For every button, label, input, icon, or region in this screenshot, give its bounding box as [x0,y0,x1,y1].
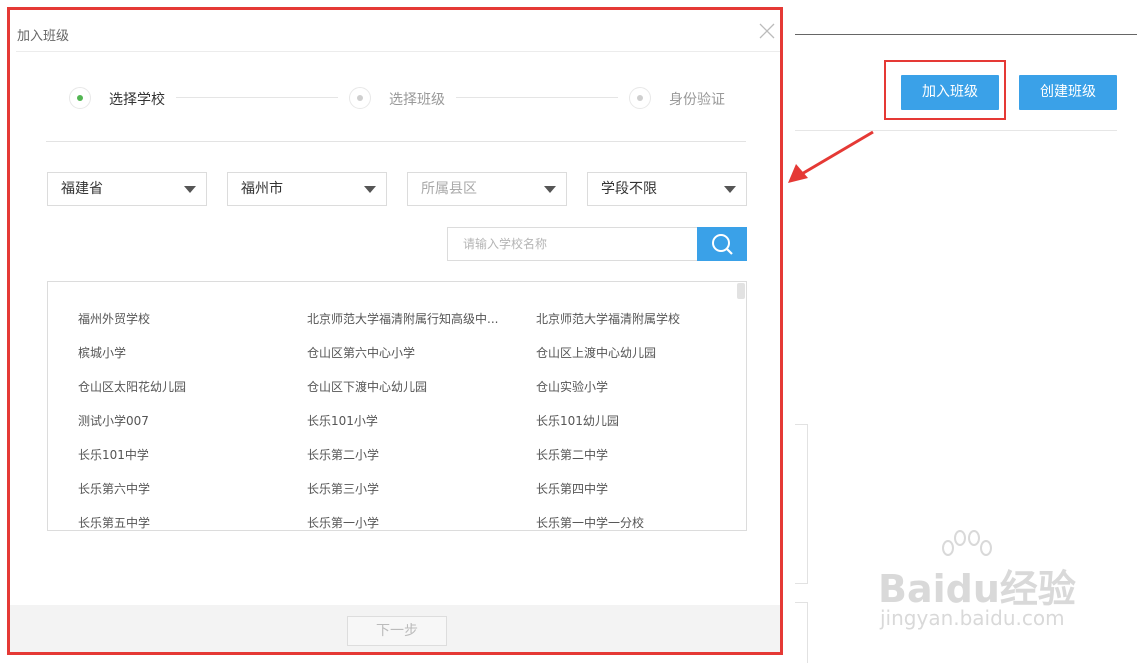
school-list-item[interactable]: 北京师范大学福清附属行知高级中... [307,310,498,327]
modal-title: 加入班级 [17,29,70,44]
title-divider [16,51,781,52]
school-search-input[interactable] [447,227,698,261]
school-list-item[interactable]: 长乐第二中学 [536,446,608,463]
background-card [795,424,808,584]
step-label-select-class: 选择班级 [389,92,445,108]
school-list-item[interactable]: 仓山区太阳花幼儿园 [78,378,186,395]
background-card [795,602,808,663]
school-list-item[interactable]: 长乐101中学 [78,446,149,463]
page-top-divider [795,34,1137,35]
school-list: 福州外贸学校 北京师范大学福清附属行知高级中... 北京师范大学福清附属学校槟城小学… [47,281,747,531]
step-indicator-icon [69,87,91,109]
stage-select-value: 学段不限 [601,181,657,197]
step-label-identity-verification: 身份验证 [669,92,725,108]
stage-select[interactable]: 学段不限 [587,172,747,206]
annotation-arrow-icon [788,130,874,183]
school-list-item[interactable]: 仓山区上渡中心幼儿园 [536,344,656,361]
create-class-button[interactable]: 创建班级 [1019,75,1117,110]
chevron-down-icon [724,186,736,193]
school-list-item[interactable]: 长乐第一中学一分校 [536,514,644,530]
school-list-item[interactable]: 槟城小学 [78,344,126,361]
school-list-item[interactable]: 测试小学007 [78,412,149,429]
school-list-item[interactable]: 长乐第三小学 [307,480,379,497]
modal-footer: 下一步 [8,605,781,653]
school-list-item[interactable]: 长乐第四中学 [536,480,608,497]
close-icon[interactable] [758,22,776,40]
school-list-item[interactable]: 长乐第一小学 [307,514,379,530]
step-connector [176,97,338,98]
step-indicator-icon [349,87,371,109]
district-select-placeholder: 所属县区 [421,181,477,197]
school-list-item[interactable]: 长乐101幼儿园 [536,412,619,429]
step-label-select-school: 选择学校 [109,92,165,108]
next-step-button[interactable]: 下一步 [347,616,447,646]
search-icon [712,234,733,255]
highlight-box [884,60,1006,120]
watermark-url-text: jingyan.baidu.com [880,606,1065,630]
school-list-item[interactable]: 仓山实验小学 [536,378,608,395]
join-class-modal: 加入班级 选择学校 选择班级 身份验证 福建省 福州市 所属县区 学段不限 福州 [8,8,781,653]
step-indicator-icon [629,87,651,109]
province-select-value: 福建省 [61,181,103,197]
school-list-item[interactable]: 北京师范大学福清附属学校 [536,310,680,327]
watermark-main-text: Baidu经验 [878,567,1076,611]
school-list-item[interactable]: 仓山区第六中心小学 [307,344,415,361]
district-select[interactable]: 所属县区 [407,172,567,206]
scrollbar-thumb[interactable] [737,283,745,299]
city-select[interactable]: 福州市 [227,172,387,206]
chevron-down-icon [184,186,196,193]
search-button[interactable] [697,227,747,261]
steps-divider [46,141,746,142]
city-select-value: 福州市 [241,181,283,197]
school-list-item[interactable]: 长乐第六中学 [78,480,150,497]
school-list-item[interactable]: 长乐第五中学 [78,514,150,530]
chevron-down-icon [544,186,556,193]
school-list-item[interactable]: 仓山区下渡中心幼儿园 [307,378,427,395]
school-list-item[interactable]: 长乐第二小学 [307,446,379,463]
step-connector [456,97,618,98]
school-list-item[interactable]: 福州外贸学校 [78,310,150,327]
province-select[interactable]: 福建省 [47,172,207,206]
school-list-item[interactable]: 长乐101小学 [307,412,378,429]
chevron-down-icon [364,186,376,193]
